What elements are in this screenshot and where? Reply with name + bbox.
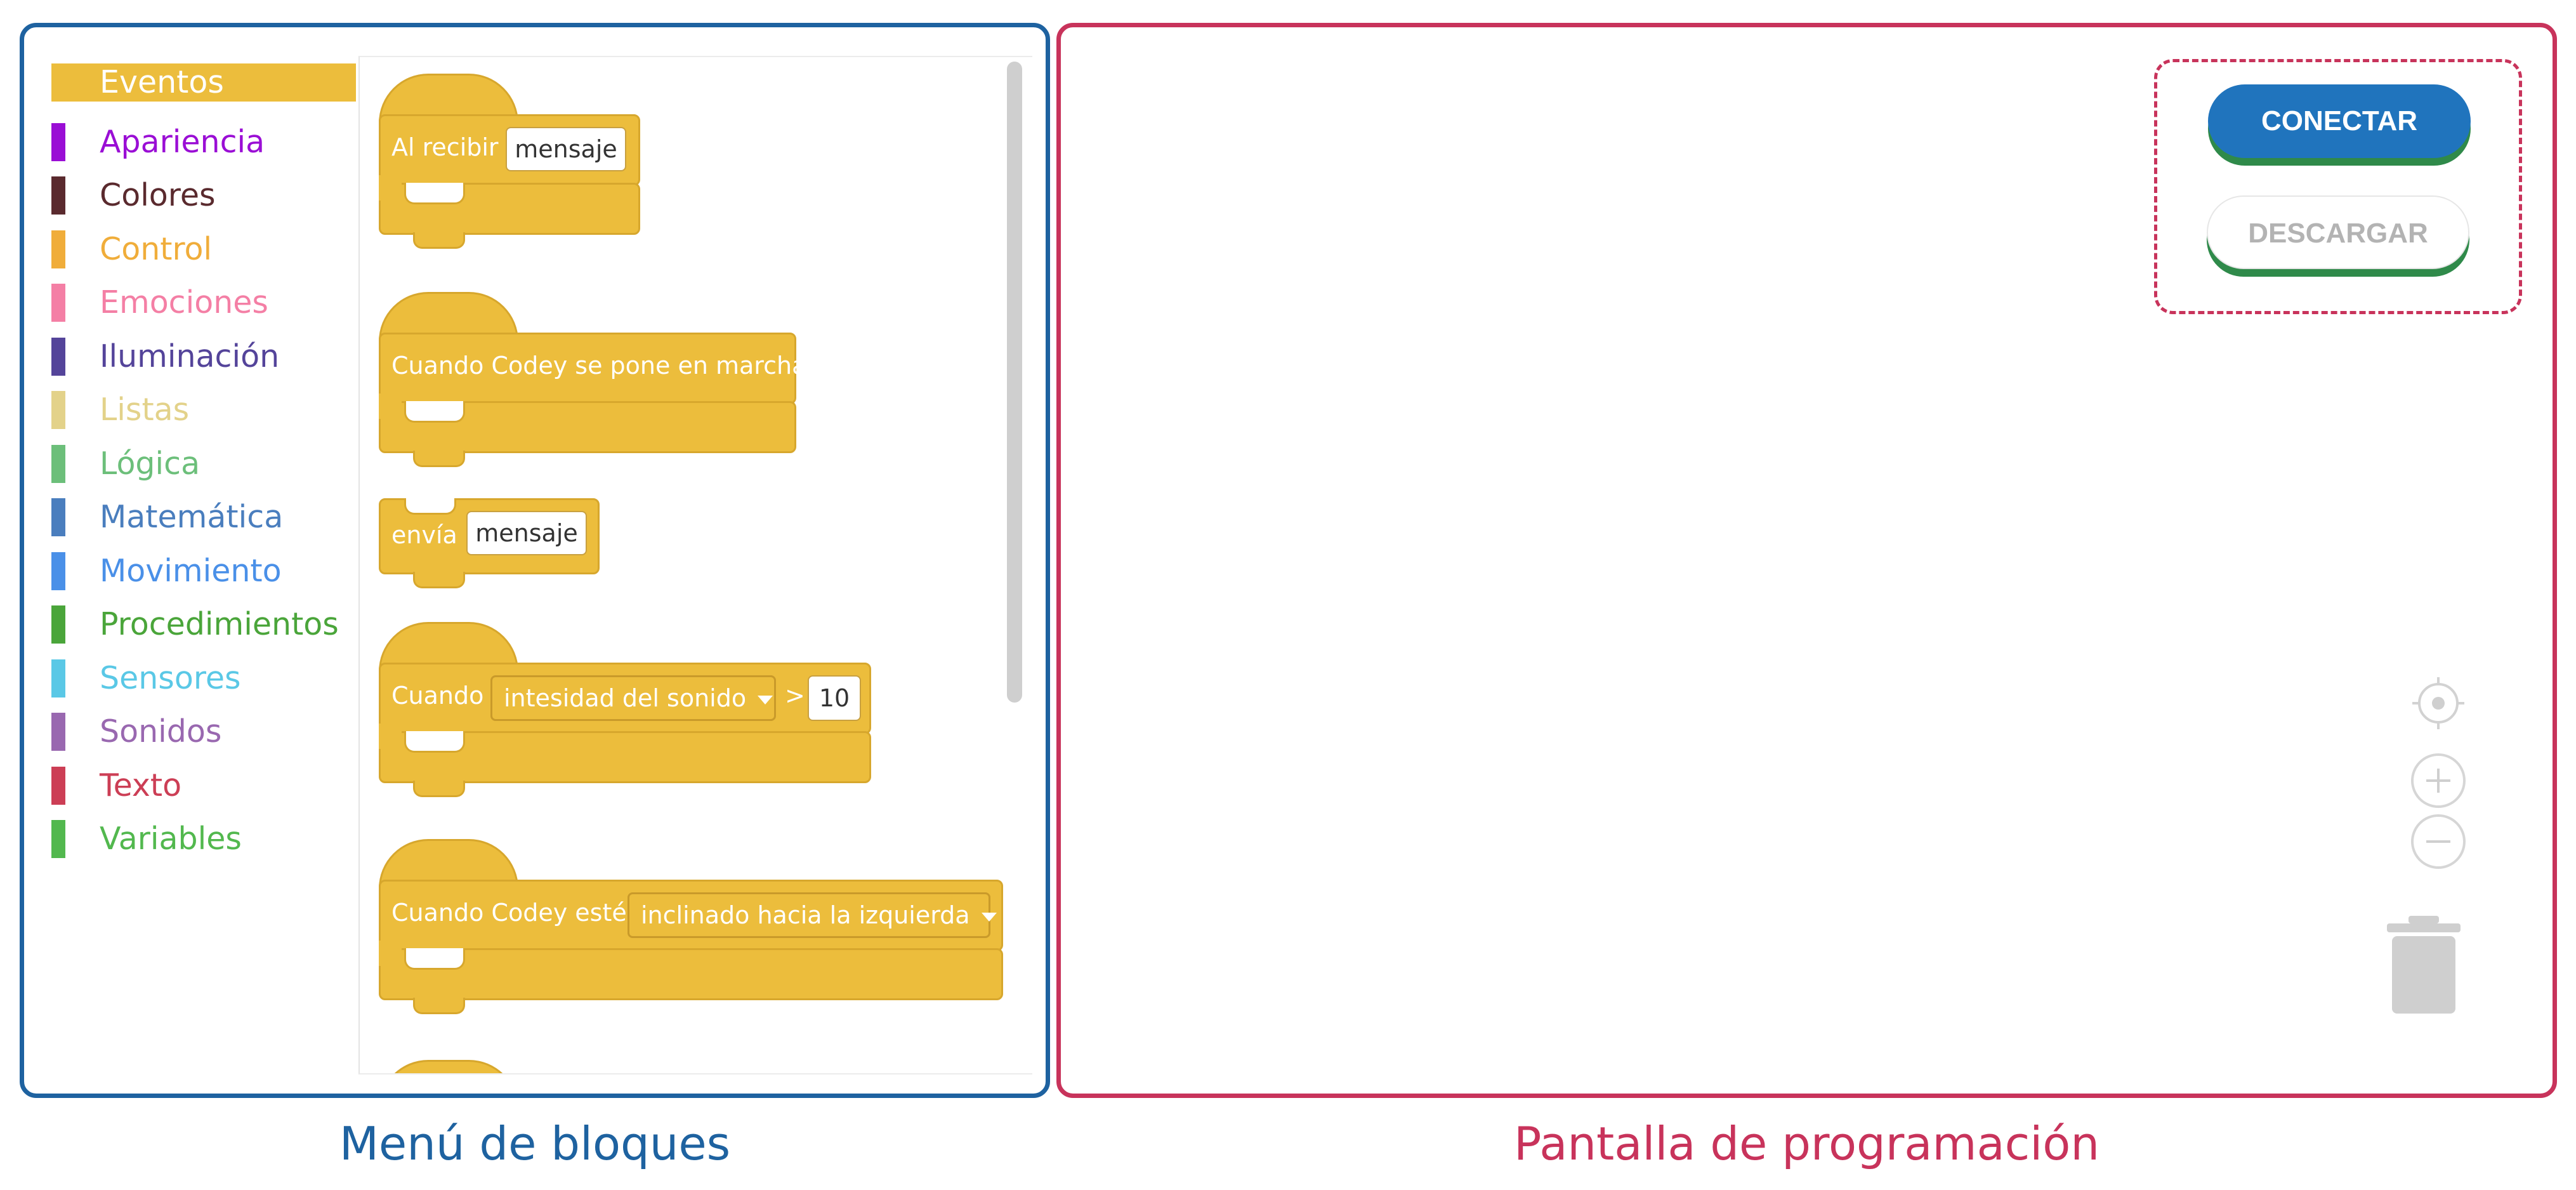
category-color-swatch [51,498,65,536]
message-field[interactable]: mensaje [506,127,626,171]
category-item-procedimientos[interactable]: Procedimientos [51,598,356,652]
message-field[interactable]: mensaje [466,511,587,555]
zoom-out-icon[interactable] [2411,814,2466,869]
category-color-swatch [51,552,65,590]
block-label: Cuando [391,682,484,710]
category-label: Sonidos [100,713,222,750]
category-color-swatch [51,444,65,483]
category-color-swatch [51,391,65,429]
category-color-swatch [51,713,65,751]
chevron-down-icon [981,912,997,922]
category-item-sensores[interactable]: Sensores [51,652,356,706]
category-label: Listas [100,392,190,428]
category-item-logica[interactable]: Lógica [51,437,356,491]
trash-icon[interactable] [2386,916,2462,1014]
zoom-in-icon[interactable] [2411,753,2466,808]
block-label: Al recibir [391,133,499,161]
block-label: Cuando Codey esté [391,899,627,927]
category-label: Variables [100,821,242,857]
tilt-direction-dropdown[interactable]: inclinado hacia la izquierda [628,892,997,938]
category-label: Control [100,230,213,267]
category-color-swatch [51,284,65,322]
category-item-texto[interactable]: Texto [51,759,356,813]
category-item-colores[interactable]: Colores [51,169,356,223]
block-when-codey-starts[interactable]: Cuando Codey se pone en marcha [379,292,810,476]
category-label: Eventos [100,64,224,100]
category-item-apariencia[interactable]: Apariencia [51,116,356,169]
block-when-sound[interactable]: Cuando intesidad del sonido > 10 [379,622,886,806]
block-label: envía [391,521,457,549]
workspace-caption: Pantalla de programación [1514,1117,2100,1170]
category-color-swatch [51,659,65,697]
category-item-eventos[interactable]: Eventos [51,62,356,116]
block-partial[interactable] [379,1060,518,1073]
category-item-control[interactable]: Control [51,223,356,277]
block-flyout: Al recibir mensaje Cuando Codey se pone … [358,56,1032,1074]
category-item-movimiento[interactable]: Movimiento [51,545,356,598]
category-label: Movimiento [100,552,282,589]
category-label: Apariencia [100,123,265,160]
block-menu-caption: Menú de bloques [339,1117,731,1170]
block-label: Cuando Codey se pone en marcha [391,352,807,380]
threshold-field[interactable]: 10 [808,675,861,721]
category-item-variables[interactable]: Variables [51,812,356,866]
comparison-operator: > [785,682,805,710]
category-label: Procedimientos [100,606,339,642]
flyout-scrollbar[interactable] [1007,62,1022,703]
category-item-matematica[interactable]: Matemática [51,491,356,545]
category-label: Emociones [100,284,268,321]
category-color-swatch [51,766,65,805]
category-color-swatch [51,337,65,376]
download-button[interactable]: DESCARGAR [2207,195,2469,269]
category-label: Iluminación [100,338,280,374]
block-when-codey-tilted[interactable]: Cuando Codey esté inclinado hacia la izq… [379,839,1026,1023]
category-color-swatch [51,230,65,268]
category-color-swatch [51,605,65,644]
category-label: Texto [100,767,182,803]
category-label: Sensores [100,659,241,696]
category-list: Eventos Apariencia Colores Control Emociones… [51,62,356,866]
category-item-sonidos[interactable]: Sonidos [51,705,356,759]
block-when-receive[interactable]: Al recibir mensaje [379,74,645,258]
category-label: Colores [100,177,216,213]
category-item-iluminacion[interactable]: Iluminación [51,330,356,384]
category-item-emociones[interactable]: Emociones [51,276,356,330]
category-color-swatch [51,176,65,215]
category-color-swatch [51,820,65,858]
category-label: Lógica [100,445,200,482]
block-send-message[interactable]: envía mensaje [379,498,633,588]
connect-button[interactable]: CONECTAR [2208,84,2471,158]
category-item-listas[interactable]: Listas [51,383,356,437]
category-color-swatch [51,122,65,161]
sound-sensor-dropdown[interactable]: intesidad del sonido [490,675,776,721]
chevron-down-icon [758,695,773,704]
category-label: Matemática [100,499,284,535]
center-icon[interactable] [2411,676,2466,731]
